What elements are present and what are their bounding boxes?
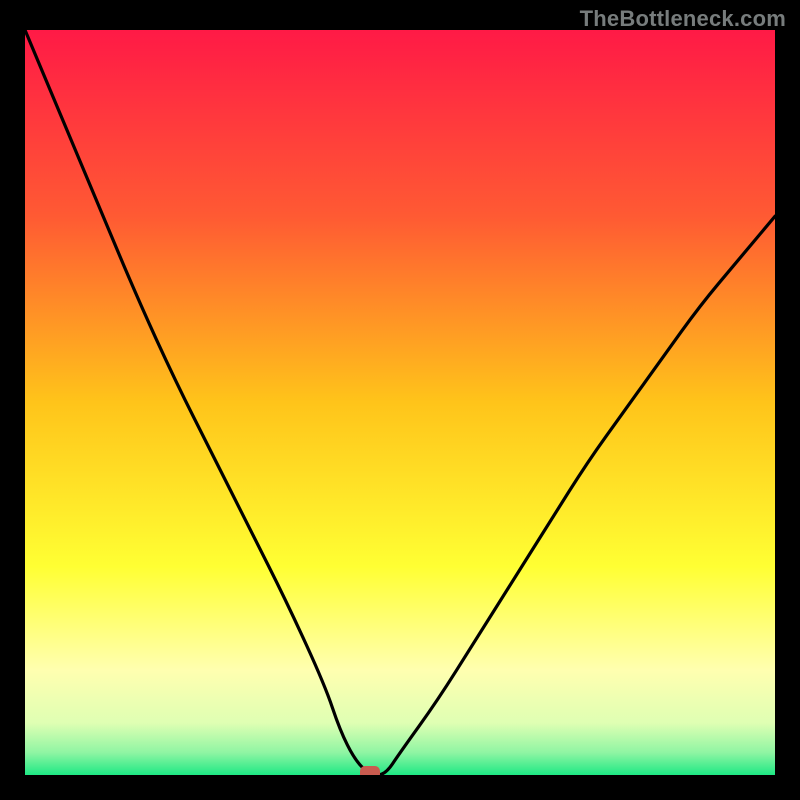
gradient-background (25, 30, 775, 775)
plot-area (25, 30, 775, 775)
plot-svg (25, 30, 775, 775)
optimum-marker (360, 766, 380, 775)
watermark-text: TheBottleneck.com (580, 6, 786, 32)
chart-frame: TheBottleneck.com (0, 0, 800, 800)
